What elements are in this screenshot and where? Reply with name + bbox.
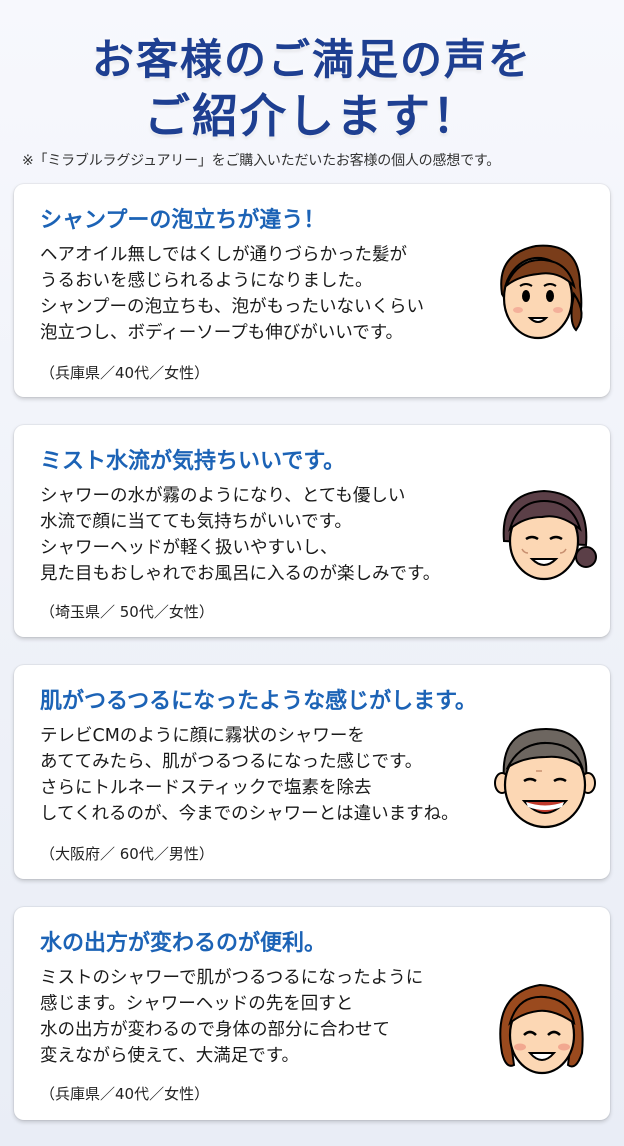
testimonial-heading: 水の出方が変わるのが便利。 — [40, 931, 327, 956]
testimonial-line: ヘアオイル無しではくしが通りづらかった髪が — [40, 245, 407, 265]
page-title-line1: お客様のご満足の声を — [91, 35, 532, 84]
testimonial-line: 感じます。シャワーヘッドの先を回すと — [40, 994, 354, 1014]
testimonial-card: 肌がつるつるになったような感じがします。 テレビCMのように顔に霧状のシャワーを… — [14, 665, 610, 879]
testimonial-heading: ミスト水流が気持ちいいです。 — [40, 449, 346, 474]
testimonial-line: 見た目もおしゃれでお風呂に入るのが楽しみです。 — [40, 564, 441, 584]
testimonial-line: うるおいを感じられるようになりました。 — [40, 271, 373, 291]
middle-aged-woman-icon — [502, 489, 597, 581]
testimonial-line: 水の出方が変わるので身体の部分に合わせて — [40, 1020, 390, 1040]
testimonial-heading: 肌がつるつるになったような感じがします。 — [40, 689, 477, 714]
senior-man-icon — [494, 727, 596, 829]
testimonial-line: 変えながら使えて、大満足です。 — [40, 1046, 299, 1066]
testimonial-meta: （大阪府／ 60代／男性） — [40, 845, 214, 863]
testimonial-card: 水の出方が変わるのが便利。 ミストのシャワーで肌がつるつるになったように 感じま… — [14, 907, 610, 1120]
testimonial-line: 水流で顔に当てても気持ちがいいです。 — [40, 512, 352, 532]
testimonial-body: シャワーの水が霧のようになり、とても優しい 水流で顔に当てても気持ちがいいです。… — [40, 483, 510, 587]
page-title-line2: ご紹介します！ — [144, 89, 480, 143]
testimonial-line: あててみたら、肌がつるつるになった感じです。 — [40, 752, 423, 772]
testimonial-line: シャワーの水が霧のようになり、とても優しい — [40, 486, 406, 506]
testimonial-line: してくれるのが、今までのシャワーとは違いますね。 — [40, 804, 459, 824]
testimonial-line: シャンプーの泡立ちも、泡がもったいないくらい — [40, 297, 424, 317]
testimonial-meta: （兵庫県／40代／女性） — [40, 1085, 210, 1103]
testimonial-line: シャワーヘッドが軽く扱いやすいし、 — [40, 538, 338, 558]
testimonial-line: 泡立つし、ボディーソープも伸びがいいです。 — [40, 323, 403, 343]
smiling-woman-icon — [499, 983, 584, 1075]
testimonial-card: シャンプーの泡立ちが違う！ ヘアオイル無しではくしが通りづらかった髪が うるおい… — [14, 184, 610, 397]
testimonial-meta: （埼玉県／ 50代／女性） — [40, 603, 214, 621]
testimonial-meta: （兵庫県／40代／女性） — [40, 364, 210, 382]
disclaimer-note: ※「ミラブルラグジュアリー」をご購入いただいたお客様の個人の感想です。 — [22, 153, 501, 169]
testimonial-line: さらにトルネードスティックで塩素を除去 — [40, 778, 372, 798]
testimonial-body: テレビCMのように顔に霧状のシャワーを あててみたら、肌がつるつるになった感じで… — [40, 723, 510, 827]
testimonial-body: ミストのシャワーで肌がつるつるになったように 感じます。シャワーヘッドの先を回す… — [40, 965, 510, 1069]
testimonial-line: ミストのシャワーで肌がつるつるになったように — [40, 968, 424, 988]
testimonial-line: テレビCMのように顔に霧状のシャワーを — [40, 726, 365, 746]
testimonial-body: ヘアオイル無しではくしが通りづらかった髪が うるおいを感じられるようになりました… — [40, 242, 510, 346]
testimonial-heading: シャンプーの泡立ちが違う！ — [40, 208, 326, 233]
testimonial-card: ミスト水流が気持ちいいです。 シャワーの水が霧のようになり、とても優しい 水流で… — [14, 425, 610, 637]
header: お客様のご満足の声を ご紹介します！ ※「ミラブルラグジュアリー」をご購入いただ… — [0, 0, 624, 178]
young-woman-icon — [500, 244, 583, 340]
